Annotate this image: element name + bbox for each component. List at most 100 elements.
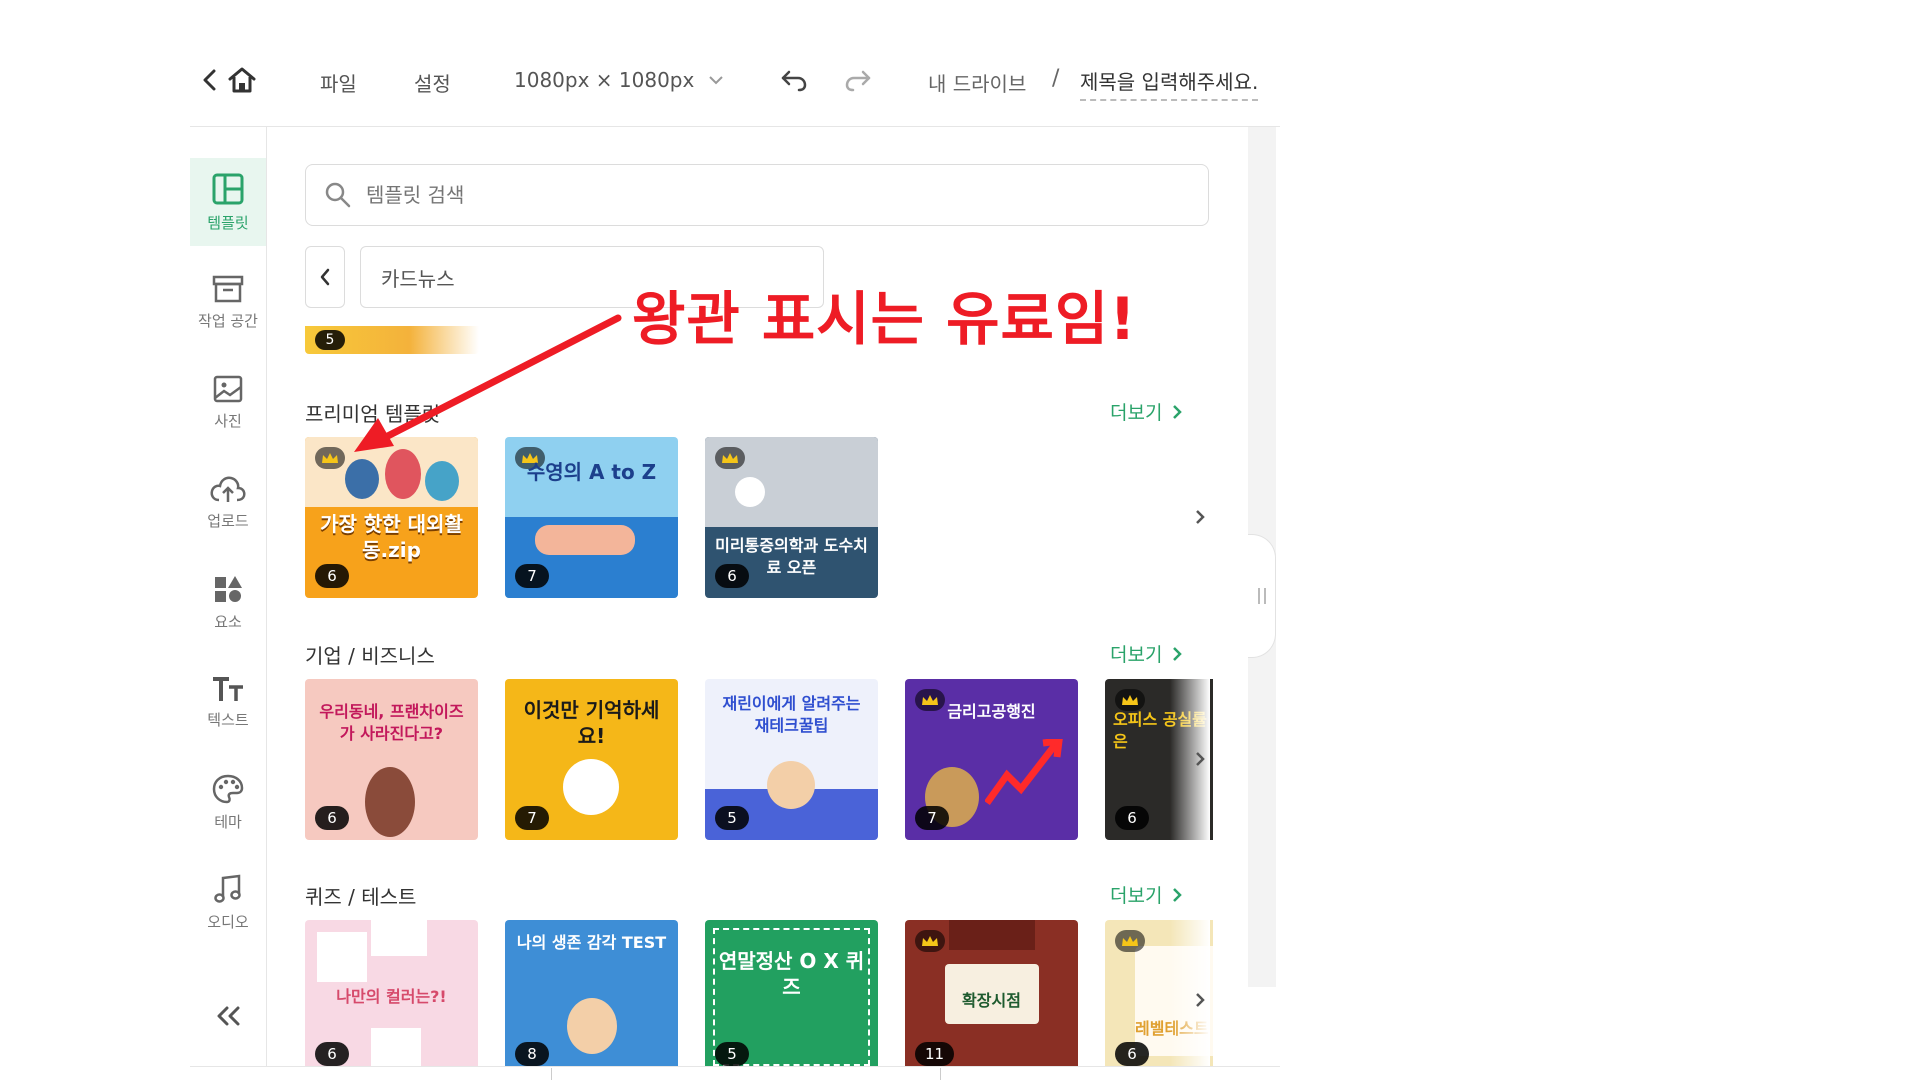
slide-count-badge: 6 — [715, 564, 749, 588]
sidebar-item-upload[interactable]: 업로드 — [190, 458, 266, 546]
template-card[interactable]: 수영의 A to Z 7 — [505, 437, 678, 598]
crown-icon — [1115, 689, 1145, 711]
template-card[interactable]: 금리고공행진 7 — [905, 679, 1078, 840]
chevron-right-icon — [1173, 404, 1183, 419]
chevron-right-icon — [1173, 646, 1183, 661]
back-icon[interactable] — [198, 66, 222, 94]
breadcrumb-separator: / — [1052, 66, 1060, 91]
slide-count-badge: 5 — [315, 330, 345, 350]
card-title: 이것만 기억하세요! — [523, 698, 660, 748]
search-input[interactable] — [366, 183, 1166, 207]
file-menu[interactable]: 파일 — [320, 68, 357, 97]
slide-count-badge: 11 — [915, 1042, 955, 1066]
sidebar-item-label: 요소 — [214, 612, 242, 631]
bottom-tick — [940, 1068, 941, 1080]
template-card[interactable]: 우리동네, 프랜차이즈가 사라진다고? 6 — [305, 679, 478, 840]
crown-icon — [915, 930, 945, 952]
sidebar-item-label: 작업 공간 — [198, 311, 258, 330]
annotation-text: 왕관 표시는 유료임! — [632, 285, 1137, 353]
template-card[interactable]: 연말정산 O X 퀴즈 5 — [705, 920, 878, 1066]
sidebar-item-label: 테마 — [214, 812, 242, 831]
sidebar-item-text[interactable]: 텍스트 — [190, 658, 266, 746]
chevron-down-icon — [709, 76, 724, 85]
more-link-label: 더보기 — [1110, 885, 1163, 907]
carousel-next-icon[interactable] — [1188, 988, 1212, 1012]
card-title: 재린이에게 알려주는 재테크꿀팁 — [722, 694, 861, 735]
template-card[interactable]: 가장 핫한 대외활동.zip 6 — [305, 437, 478, 598]
bottom-tick — [551, 1068, 552, 1080]
template-card[interactable]: 나만의 컬러는?! 6 — [305, 920, 478, 1066]
sidebar-item-workspace[interactable]: 작업 공간 — [190, 258, 266, 346]
music-note-icon — [214, 874, 241, 903]
template-search[interactable] — [305, 164, 1209, 226]
carousel-next-icon[interactable] — [1188, 505, 1212, 529]
slide-count-badge: 7 — [515, 564, 549, 588]
slide-count-badge: 5 — [715, 1042, 749, 1066]
sidebar-divider — [266, 127, 267, 1067]
sidebar-item-audio[interactable]: 오디오 — [190, 858, 266, 946]
crown-icon — [715, 447, 745, 469]
sidebar-item-theme[interactable]: 테마 — [190, 758, 266, 846]
document-title-input[interactable]: 제목을 입력해주세요. — [1080, 66, 1259, 101]
annotation-arrow — [354, 314, 622, 452]
section-title-quiz: 퀴즈 / 테스트 — [305, 885, 417, 909]
panel-resize-handle[interactable] — [1248, 534, 1276, 658]
home-icon[interactable] — [226, 64, 258, 96]
card-title: 나만의 컬러는?! — [336, 987, 447, 1006]
more-link-quiz[interactable]: 더보기 — [1110, 881, 1183, 908]
slide-count-badge: 7 — [915, 806, 949, 830]
slide-count-badge: 6 — [1115, 1042, 1149, 1066]
redo-icon[interactable] — [842, 64, 874, 96]
card-title: 우리동네, 프랜차이즈가 사라진다고? — [319, 702, 464, 743]
chevron-left-icon — [320, 268, 330, 286]
card-title: 확장시점 — [962, 991, 1021, 1010]
section-title-business: 기업 / 비즈니스 — [305, 644, 435, 668]
template-card[interactable]: 재린이에게 알려주는 재테크꿀팁 5 — [705, 679, 878, 840]
settings-menu[interactable]: 설정 — [414, 68, 451, 97]
more-link-premium[interactable]: 더보기 — [1110, 398, 1183, 425]
template-card[interactable]: 확장시점 11 — [905, 920, 1078, 1066]
more-link-label: 더보기 — [1110, 402, 1163, 424]
sidebar-item-photos[interactable]: 사진 — [190, 358, 266, 446]
slide-count-badge: 5 — [715, 806, 749, 830]
cloud-upload-icon — [210, 476, 246, 502]
sidebar-item-label: 업로드 — [207, 511, 249, 530]
grip-icon — [1257, 588, 1266, 604]
archive-icon — [212, 275, 244, 302]
top-toolbar: 파일 설정 1080px × 1080px 내 드라이브 / 제목을 입력해주세… — [190, 48, 1280, 112]
template-card[interactable]: 미리통증의학과 도수치료 오픈 6 — [705, 437, 878, 598]
slide-count-badge: 6 — [315, 1042, 349, 1066]
card-title: 연말정산 O X 퀴즈 — [718, 949, 865, 999]
more-link-business[interactable]: 더보기 — [1110, 640, 1183, 667]
sidebar-item-elements[interactable]: 요소 — [190, 558, 266, 646]
card-title: 가장 핫한 대외활동.zip — [320, 512, 463, 562]
card-title: 금리고공행진 — [947, 702, 1036, 721]
crown-icon — [315, 447, 345, 469]
slide-count-badge: 6 — [1115, 806, 1149, 830]
image-icon — [213, 375, 243, 402]
template-card[interactable]: 이것만 기억하세요! 7 — [505, 679, 678, 840]
sidebar-item-label: 사진 — [214, 411, 242, 430]
slide-count-badge: 7 — [515, 806, 549, 830]
sidebar-item-templates[interactable]: 템플릿 — [190, 158, 266, 246]
more-link-label: 더보기 — [1110, 644, 1163, 666]
carousel-next-icon[interactable] — [1188, 747, 1212, 771]
category-back-button[interactable] — [305, 246, 345, 308]
sidebar-item-label: 오디오 — [207, 912, 249, 931]
crown-icon — [1115, 930, 1145, 952]
card-title: 나의 생존 감각 TEST — [516, 933, 667, 952]
slide-count-badge: 8 — [515, 1042, 549, 1066]
chevron-right-icon — [1173, 887, 1183, 902]
canvas-size-label: 1080px × 1080px — [514, 68, 695, 92]
template-card[interactable]: 나의 생존 감각 TEST 8 — [505, 920, 678, 1066]
card-title: 수영의 A to Z — [526, 460, 657, 484]
layout-icon — [212, 173, 244, 204]
palette-icon — [212, 774, 244, 803]
undo-icon[interactable] — [778, 64, 810, 96]
canvas-size-dropdown[interactable]: 1080px × 1080px — [514, 68, 724, 92]
text-icon — [213, 676, 243, 701]
header-divider — [190, 126, 1280, 127]
bottom-divider — [190, 1066, 1280, 1067]
collapse-sidebar-icon[interactable] — [190, 996, 266, 1036]
breadcrumb-drive[interactable]: 내 드라이브 — [928, 68, 1026, 97]
